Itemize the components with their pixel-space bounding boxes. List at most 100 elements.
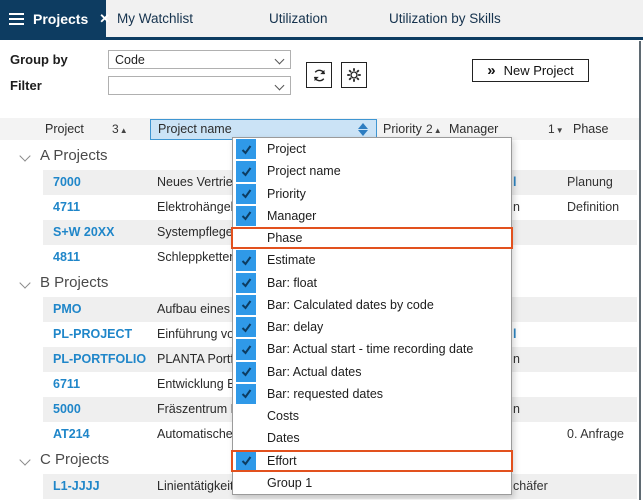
menu-item-label: Bar: requested dates	[267, 387, 383, 401]
menu-item-label: Phase	[267, 231, 302, 245]
menu-item-bar-actual-dates[interactable]: Bar: Actual dates	[233, 361, 511, 383]
checkbox-checked-icon[interactable]	[236, 295, 256, 315]
checkbox-checked-icon[interactable]	[236, 161, 256, 181]
project-code-link[interactable]: 7000	[53, 175, 81, 189]
project-name-cell: Linientätigkeit	[157, 479, 233, 493]
menu-item-project-name[interactable]: Project name	[233, 160, 511, 182]
tab-my-watchlist-label: My Watchlist	[117, 11, 193, 26]
group-by-label: Group by	[10, 52, 68, 67]
project-code-link[interactable]: PL-PORTFOLIO	[53, 352, 146, 366]
project-code-link[interactable]: PL-PROJECT	[53, 327, 132, 341]
menu-item-group-1[interactable]: Group 1	[233, 472, 511, 494]
menu-item-label: Manager	[267, 209, 316, 223]
menu-item-dates[interactable]: Dates	[233, 427, 511, 449]
project-name-cell: Elektrohängeb	[157, 200, 238, 214]
menu-item-costs[interactable]: Costs	[233, 405, 511, 427]
project-code-link[interactable]: 4711	[53, 200, 80, 214]
menu-item-priority[interactable]: Priority	[233, 183, 511, 205]
project-name-header-label: Project name	[158, 122, 232, 136]
checkbox-checked-icon[interactable]	[236, 206, 256, 226]
filter-select[interactable]	[108, 76, 291, 95]
project-name-cell: Neues Vertrieb	[157, 175, 240, 189]
menu-item-label: Group 1	[267, 476, 312, 490]
checkbox-checked-icon[interactable]	[236, 451, 256, 471]
menu-item-label: Bar: float	[267, 276, 317, 290]
app-window: Projects ✕ My Watchlist Utilization Util…	[0, 0, 643, 500]
tab-utilization-label: Utilization	[269, 11, 328, 26]
chevron-down-icon	[275, 81, 285, 91]
menu-item-label: Bar: Actual start - time recording date	[267, 342, 473, 356]
phase-cell: Planung	[567, 175, 613, 189]
menu-item-estimate[interactable]: Estimate	[233, 249, 511, 271]
project-code-link[interactable]: 5000	[53, 402, 81, 416]
menu-item-bar-calculated-dates-by-code[interactable]: Bar: Calculated dates by code	[233, 294, 511, 316]
checkbox-checked-icon[interactable]	[236, 273, 256, 293]
menu-item-phase[interactable]: Phase	[233, 227, 511, 249]
manager-cell-fragment: l	[513, 327, 516, 341]
checkbox-checked-icon[interactable]	[236, 139, 256, 159]
tab-bar: Projects ✕ My Watchlist Utilization Util…	[0, 0, 643, 40]
project-code-link[interactable]: AT214	[53, 427, 90, 441]
column-header-project[interactable]: Project	[45, 118, 84, 140]
menu-item-label: Dates	[267, 431, 300, 445]
project-name-cell: Schleppketten	[157, 250, 236, 264]
menu-item-label: Estimate	[267, 253, 316, 267]
manager-cell-fragment: chäfer	[513, 479, 548, 493]
manager-cell-fragment: n	[513, 352, 520, 366]
collapse-chevron-icon[interactable]	[19, 150, 30, 161]
column-chooser-menu: Project Project namePriority Manager Phase E…	[232, 137, 512, 495]
project-code-link[interactable]: S+W 20XX	[53, 225, 115, 239]
checkbox-checked-icon[interactable]	[236, 339, 256, 359]
checkbox-checked-icon[interactable]	[236, 250, 256, 270]
sort-indicator-project[interactable]: 3▲	[112, 118, 128, 140]
group-by-value: Code	[115, 53, 145, 67]
manager-cell-fragment: l	[513, 175, 516, 189]
project-name-cell: Entwicklung B	[157, 377, 236, 391]
menu-item-bar-delay[interactable]: Bar: delay	[233, 316, 511, 338]
project-code-link[interactable]: PMO	[53, 302, 81, 316]
checkbox-checked-icon[interactable]	[236, 184, 256, 204]
menu-item-manager[interactable]: Manager	[233, 205, 511, 227]
menu-item-label: Bar: Actual dates	[267, 365, 362, 379]
phase-cell: 0. Anfrage	[567, 427, 624, 441]
gear-icon	[345, 66, 363, 84]
menu-item-bar-float[interactable]: Bar: float	[233, 272, 511, 294]
menu-item-project[interactable]: Project	[233, 138, 511, 160]
menu-item-bar-actual-start-time-recording-date[interactable]: Bar: Actual start - time recording date	[233, 338, 511, 360]
menu-item-label: Bar: delay	[267, 320, 323, 334]
new-project-button[interactable]: » New Project	[472, 59, 589, 82]
tab-utilization-by-skills-label: Utilization by Skills	[389, 11, 501, 26]
project-code-link[interactable]: 6711	[53, 377, 80, 391]
menu-item-label: Project	[267, 142, 306, 156]
hamburger-menu-icon[interactable]	[9, 13, 24, 25]
new-project-label: New Project	[504, 63, 574, 78]
collapse-chevron-icon[interactable]	[19, 454, 30, 465]
menu-item-bar-requested-dates[interactable]: Bar: requested dates	[233, 383, 511, 405]
group-label: A Projects	[40, 147, 108, 164]
group-by-select[interactable]: Code	[108, 50, 291, 69]
panel-right-border	[639, 41, 641, 500]
checkbox-checked-icon[interactable]	[236, 362, 256, 382]
settings-button[interactable]	[341, 62, 367, 88]
checkbox-checked-icon[interactable]	[236, 317, 256, 337]
menu-item-label: Costs	[267, 409, 299, 423]
menu-item-effort[interactable]: Effort	[233, 450, 511, 472]
tab-projects[interactable]: Projects ✕	[0, 0, 106, 37]
tab-utilization-by-skills[interactable]: Utilization by Skills	[389, 0, 501, 37]
sort-indicator-manager[interactable]: 1▼	[548, 118, 564, 140]
collapse-chevron-icon[interactable]	[19, 277, 30, 288]
menu-item-label: Effort	[267, 454, 297, 468]
tab-my-watchlist[interactable]: My Watchlist	[117, 0, 193, 37]
project-code-link[interactable]: 4811	[53, 250, 80, 264]
project-code-link[interactable]: L1-JJJJ	[53, 479, 100, 493]
checkbox-checked-icon[interactable]	[236, 384, 256, 404]
refresh-button[interactable]	[306, 62, 332, 88]
menu-item-label: Bar: Calculated dates by code	[267, 298, 434, 312]
refresh-sync-icon	[311, 67, 328, 84]
column-header-phase[interactable]: Phase	[573, 118, 608, 140]
sort-updown-icon[interactable]	[358, 123, 368, 136]
tab-utilization[interactable]: Utilization	[269, 0, 328, 37]
project-name-cell: Automatisches	[157, 427, 239, 441]
close-tab-icon[interactable]: ✕	[99, 11, 110, 27]
manager-cell-fragment: n	[513, 402, 520, 416]
